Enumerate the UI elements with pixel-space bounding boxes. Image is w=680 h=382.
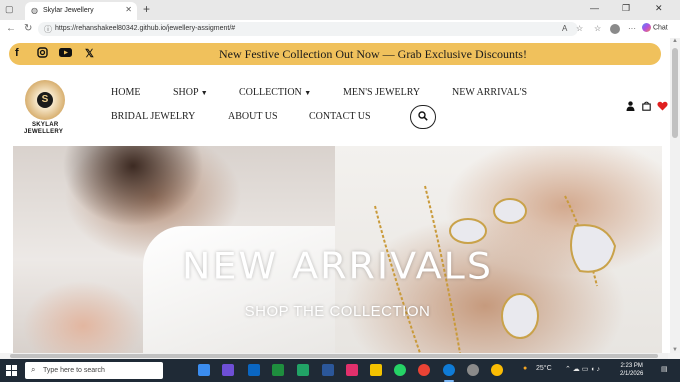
- brand-name-line2: JEWELLERY: [24, 129, 64, 135]
- nav-contact-us[interactable]: CONTACT US: [309, 111, 371, 122]
- hero-banner[interactable]: NEW ARRIVALS SHOP THE COLLECTION: [13, 146, 662, 353]
- address-bar-row: ← ↻ ⓘ https://rehanshakeel80342.github.i…: [0, 20, 680, 39]
- task-view-icon[interactable]: [198, 364, 210, 376]
- profile-avatar[interactable]: [610, 24, 620, 34]
- copilot-icon: [642, 23, 651, 32]
- url-field[interactable]: ⓘ https://rehanshakeel80342.github.io/je…: [38, 22, 578, 36]
- chrome-profile-icon[interactable]: [491, 364, 503, 376]
- facebook-icon[interactable]: f: [15, 47, 19, 59]
- x-icon[interactable]: 𝕏: [85, 47, 94, 60]
- browser-tab[interactable]: ◍ Skylar Jewellery ✕: [25, 2, 137, 20]
- instagram-app-icon[interactable]: [346, 364, 358, 376]
- taskbar-search-box[interactable]: ⌕ Type here to search: [25, 362, 163, 379]
- scrollbar-thumb[interactable]: [672, 48, 678, 138]
- taskbar-search-placeholder: Type here to search: [43, 367, 105, 374]
- instagram-icon[interactable]: [37, 47, 48, 61]
- nav-collection[interactable]: COLLECTION ▼: [239, 87, 311, 98]
- scroll-up-icon[interactable]: ▲: [672, 38, 678, 44]
- cart-icon[interactable]: [642, 98, 651, 116]
- url-text: https://rehanshakeel80342.github.io/jewe…: [55, 25, 236, 32]
- promo-banner: f 𝕏 New Festive Collection Out Now — Gra…: [9, 43, 661, 65]
- favorites-bar-icon[interactable]: ☆: [594, 24, 601, 33]
- chrome-icon[interactable]: [418, 364, 430, 376]
- copilot-app-icon[interactable]: [222, 364, 234, 376]
- chat-label: Chat: [652, 24, 668, 32]
- minimize-icon[interactable]: —: [590, 3, 599, 13]
- nav-new-arrivals[interactable]: NEW ARRIVAL'S: [452, 87, 527, 98]
- search-icon: ⌕: [31, 365, 36, 374]
- whatsapp-icon[interactable]: [394, 364, 406, 376]
- scroll-down-icon[interactable]: ▼: [672, 347, 678, 353]
- more-menu-icon[interactable]: ···: [628, 24, 636, 33]
- weather-icon[interactable]: ●: [523, 365, 527, 372]
- notifications-icon[interactable]: ▤: [661, 365, 668, 373]
- outlook-icon[interactable]: [248, 364, 260, 376]
- clock-date: 2/1/2026: [620, 371, 644, 377]
- maximize-icon[interactable]: ❐: [622, 3, 630, 14]
- file-explorer-icon[interactable]: [370, 364, 382, 376]
- back-icon[interactable]: ←: [6, 23, 16, 34]
- globe-icon: ◍: [31, 6, 38, 15]
- user-icon[interactable]: [626, 98, 635, 116]
- nav-about-us[interactable]: ABOUT US: [228, 111, 278, 122]
- tab-actions-icon[interactable]: ▢: [5, 4, 14, 15]
- brand-logo[interactable]: S: [25, 80, 65, 120]
- caret-down-icon: ▼: [304, 89, 312, 97]
- nav-mens-jewelry[interactable]: MEN'S JEWELRY: [343, 87, 420, 98]
- word-icon[interactable]: [322, 364, 334, 376]
- hero-title: NEW ARRIVALS: [182, 245, 493, 287]
- clock-time: 2:23 PM: [620, 363, 643, 369]
- nav-bridal-jewelry[interactable]: BRIDAL JEWELRY: [111, 111, 195, 122]
- horizontal-scrollbar-thumb[interactable]: [10, 354, 658, 358]
- site-info-icon[interactable]: ⓘ: [44, 24, 52, 35]
- edge-icon[interactable]: [443, 364, 455, 376]
- web-page: f 𝕏 New Festive Collection Out Now — Gra…: [0, 38, 670, 353]
- windows-start-icon[interactable]: [6, 365, 17, 376]
- vertical-scrollbar[interactable]: ▲ ▼: [670, 38, 680, 353]
- refresh-icon[interactable]: ↻: [24, 23, 32, 34]
- wishlist-heart-icon[interactable]: [657, 98, 668, 116]
- logo-letter: S: [37, 92, 53, 108]
- close-tab-icon[interactable]: ✕: [125, 5, 132, 14]
- weather-temp[interactable]: 25°C: [536, 365, 552, 372]
- nav-shop[interactable]: SHOP ▼: [173, 87, 208, 98]
- search-button[interactable]: [410, 105, 436, 129]
- brand-name-line1: SKYLAR: [32, 122, 59, 128]
- window-close-icon[interactable]: ✕: [655, 3, 663, 14]
- promo-message: New Festive Collection Out Now — Grab Ex…: [219, 47, 527, 61]
- excel-icon[interactable]: [272, 364, 284, 376]
- search-icon: [418, 111, 428, 121]
- taskbar-clock[interactable]: 2:23 PM 2/1/2026: [620, 362, 643, 378]
- youtube-icon[interactable]: [59, 47, 72, 61]
- nav-shop-label: SHOP: [173, 87, 199, 98]
- caret-down-icon: ▼: [200, 89, 208, 97]
- tab-title: Skylar Jewellery: [43, 7, 94, 14]
- nav-collection-label: COLLECTION: [239, 87, 302, 98]
- read-aloud-icon[interactable]: A: [562, 24, 567, 33]
- tray-icons[interactable]: ⌃ ☁ ▭ ◖ ♪: [565, 365, 600, 373]
- new-tab-button[interactable]: +: [143, 2, 150, 16]
- windows-taskbar: ⌕ Type here to search ● 25°C ⌃ ☁ ▭ ◖ ♪ 2…: [0, 359, 680, 382]
- copilot-chat-button[interactable]: Chat: [642, 23, 668, 32]
- favorite-icon[interactable]: ☆: [576, 24, 583, 33]
- nav-home[interactable]: HOME: [111, 87, 140, 98]
- hero-subtitle[interactable]: SHOP THE COLLECTION: [13, 303, 662, 320]
- browser-tab-strip: ▢ ◍ Skylar Jewellery ✕ + — ❐ ✕: [0, 0, 680, 20]
- settings-icon[interactable]: [467, 364, 479, 376]
- sheets-icon[interactable]: [297, 364, 309, 376]
